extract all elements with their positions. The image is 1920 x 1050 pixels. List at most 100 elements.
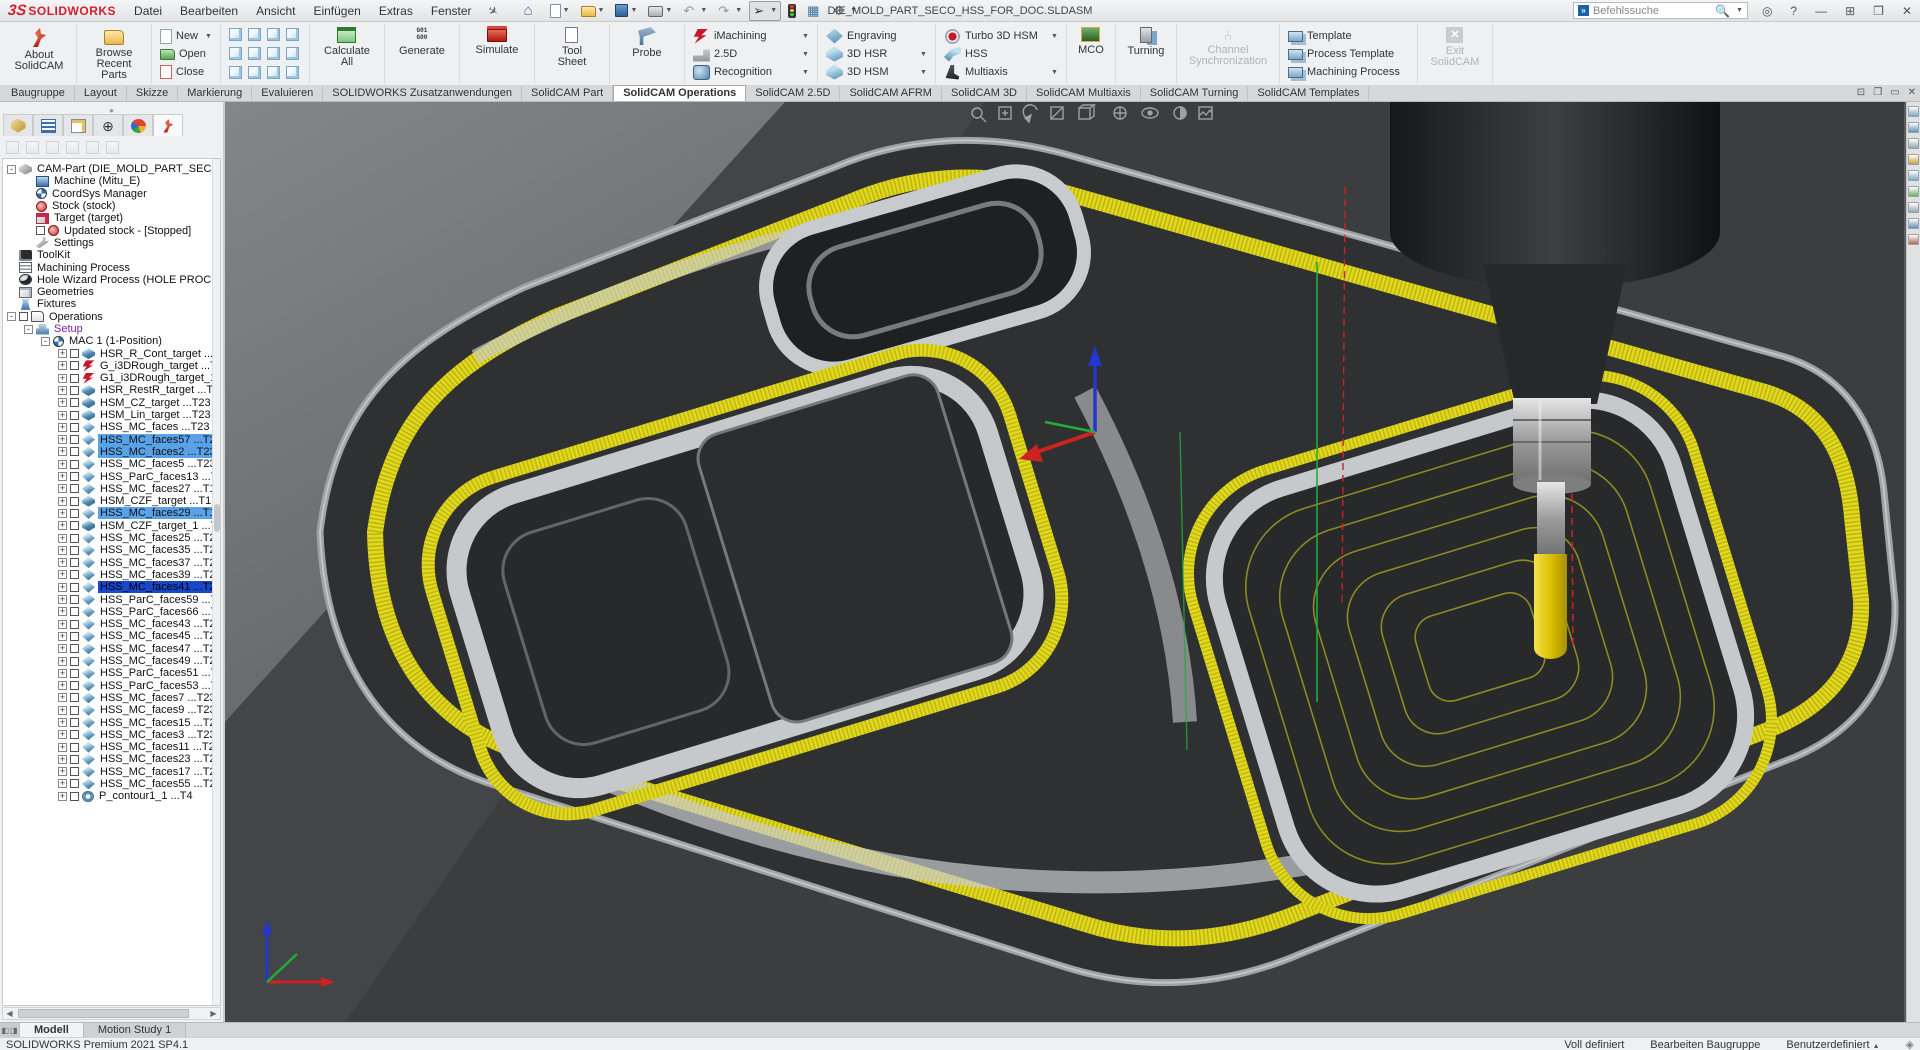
tree-item-checkbox[interactable] (70, 546, 79, 555)
status-units[interactable]: Benutzerdefiniert ▲ (1786, 1039, 1879, 1050)
expand-toggle-icon[interactable]: + (58, 681, 67, 690)
tree-item-checkbox[interactable] (70, 632, 79, 641)
tree-item-label[interactable]: HSM_CZF_target_1 ...T1 (98, 520, 221, 532)
menu-bearbeiten[interactable]: Bearbeiten (172, 1, 246, 21)
menu-fenster[interactable]: Fenster (423, 1, 480, 21)
tree-item-checkbox[interactable] (70, 447, 79, 456)
solidcam-panel-icon-2[interactable] (1908, 122, 1919, 133)
expand-toggle-icon[interactable]: + (58, 460, 67, 469)
bottom-tab-modell[interactable]: Modell (20, 1023, 84, 1037)
tree-item[interactable]: +HSS_MC_faces41 ...T23 (3, 581, 212, 593)
scroll-left-icon[interactable]: ◀ (3, 1009, 16, 1018)
caret-icon[interactable]: ▼ (1736, 7, 1743, 14)
tree-item-checkbox[interactable] (70, 792, 79, 801)
tree-item-label[interactable]: Stock (stock) (50, 200, 118, 212)
cmdtab-solidcam-part[interactable]: SolidCAM Part (522, 86, 613, 101)
tree-item-checkbox[interactable] (70, 411, 79, 420)
menu-einfuegen[interactable]: Einfügen (305, 1, 368, 21)
expand-toggle-icon[interactable]: + (58, 669, 67, 678)
tree-item-checkbox[interactable] (70, 472, 79, 481)
expand-toggle-icon[interactable]: + (58, 632, 67, 641)
tree-item[interactable]: +HSM_CZF_target ...T1 (3, 495, 212, 507)
doc-cascade-icon[interactable]: ❐ (1873, 87, 1882, 98)
tree-item[interactable]: Stock (stock) (3, 200, 212, 212)
expand-toggle-icon[interactable]: - (24, 325, 33, 334)
tree-item[interactable]: +HSM_Lin_target ...T23 (3, 409, 212, 421)
tree-item-checkbox[interactable] (70, 718, 79, 727)
tree-item[interactable]: +HSS_MC_faces5 ...T23 (3, 458, 212, 470)
tree-item-checkbox[interactable] (70, 558, 79, 567)
tree-item[interactable]: +HSS_MC_faces37 ...T23 (3, 557, 212, 569)
doc-restore-icon[interactable]: ⊡ (1857, 87, 1865, 98)
tree-item-label[interactable]: HSS_MC_faces9 ...T23 (98, 704, 218, 716)
tree-item-label[interactable]: HSM_Lin_target ...T23 (98, 409, 213, 421)
tree-item[interactable]: +HSS_MC_faces17 ...T23 (3, 766, 212, 778)
machining-process-button[interactable]: Machining Process (1286, 63, 1411, 81)
tree-item-checkbox[interactable] (70, 779, 79, 788)
tree-item[interactable]: +HSS_ParC_faces59 ...T23 (3, 593, 212, 605)
expand-toggle-icon[interactable]: + (58, 779, 67, 788)
cmdtab-solidcam-templates[interactable]: SolidCAM Templates (1248, 86, 1369, 101)
tree-item-label[interactable]: HSS_MC_faces ...T23 (98, 421, 211, 433)
tree-item-label[interactable]: HSS_MC_faces2 ...T23 (98, 446, 218, 458)
tree-item-label[interactable]: HSS_MC_faces15 ...T23 (98, 717, 221, 729)
expand-toggle-icon[interactable]: + (58, 472, 67, 481)
tree-item[interactable]: Settings (3, 237, 212, 249)
tree-item-checkbox[interactable] (70, 386, 79, 395)
expand-toggle-icon[interactable]: + (58, 398, 67, 407)
tree-item-checkbox[interactable] (70, 398, 79, 407)
tree-item[interactable]: Fixtures (3, 298, 212, 310)
tree-item-label[interactable]: HSS_MC_faces29 ...T1 (98, 507, 218, 519)
tree-item-checkbox[interactable] (70, 423, 79, 432)
expand-toggle-icon[interactable]: + (58, 546, 67, 555)
tree-item-label[interactable]: HSS_MC_faces45 ...T23 (98, 630, 221, 642)
tab-feature-manager[interactable] (33, 114, 63, 136)
doc-tile-icon[interactable]: ▭ (1890, 87, 1899, 98)
viewport-3d[interactable] (225, 102, 1906, 1022)
tree-item-checkbox[interactable] (70, 743, 79, 752)
cmdtab-solidcam-operations[interactable]: SolidCAM Operations (613, 85, 746, 101)
cmdtab-solidcam-multiaxis[interactable]: SolidCAM Multiaxis (1027, 86, 1141, 101)
cmdtab-solidcam-3d[interactable]: SolidCAM 3D (942, 86, 1027, 101)
help-icon[interactable]: ? (1786, 4, 1801, 18)
engraving-button[interactable]: Engraving (824, 27, 929, 45)
solidcam-panel-icon-7[interactable] (1908, 202, 1919, 213)
tab-property-manager[interactable] (63, 114, 93, 136)
tree-item-checkbox[interactable] (70, 681, 79, 690)
multiaxis-button[interactable]: Multiaxis▼ (942, 63, 1060, 81)
tree-item[interactable]: +HSR_RestR_target ...T23 (3, 384, 212, 396)
tree-item-checkbox[interactable] (19, 312, 28, 321)
tree-item-label[interactable]: HSS_MC_faces37 ...T23 (98, 557, 221, 569)
tree-item[interactable]: +HSS_MC_faces3 ...T23 (3, 729, 212, 741)
process-template-button[interactable]: Process Template (1286, 45, 1411, 63)
tree-item-checkbox[interactable] (70, 755, 79, 764)
tree-item-checkbox[interactable] (70, 767, 79, 776)
tree-item-checkbox[interactable] (70, 730, 79, 739)
view-cube-grid[interactable] (227, 26, 303, 83)
tree-item-checkbox[interactable] (70, 521, 79, 530)
expand-toggle-icon[interactable]: + (58, 767, 67, 776)
tree-item-label[interactable]: HSS_ParC_faces13 ...T23 (98, 471, 221, 483)
new-document-button[interactable]: ▼ (546, 1, 574, 21)
tree-item-label[interactable]: HSS_ParC_faces51 ...T23 (98, 667, 221, 679)
tab-solidcam-manager[interactable] (153, 114, 183, 136)
expand-toggle-icon[interactable]: - (7, 312, 16, 321)
tree-item-label[interactable]: HSR_R_Cont_target ...T3 (98, 348, 221, 360)
cmdtab-solidworks-zusatzanwendungen[interactable]: SOLIDWORKS Zusatzanwendungen (323, 86, 522, 101)
account-icon[interactable]: ◎ (1758, 4, 1776, 18)
tree-item-label[interactable]: HSS_MC_faces35 ...T23 (98, 544, 221, 556)
tree-item-checkbox[interactable] (70, 460, 79, 469)
tree-item[interactable]: +HSS_MC_faces45 ...T23 (3, 630, 212, 642)
open-cam-part-button[interactable]: Open (158, 45, 214, 63)
scroll-right-icon[interactable]: ▶ (207, 1009, 220, 1018)
tree-item[interactable]: +HSR_R_Cont_target ...T3 (3, 347, 212, 359)
expand-toggle-icon[interactable]: + (58, 620, 67, 629)
tree-item[interactable]: CoordSys Manager (3, 188, 212, 200)
tree-item[interactable]: +HSS_MC_faces55 ...T23 (3, 778, 212, 790)
recognition-button[interactable]: Recognition▼ (691, 63, 811, 81)
tab-configuration-manager[interactable]: ⊕ (93, 114, 123, 136)
tree-item[interactable]: +HSS_MC_faces23 ...T23 (3, 753, 212, 765)
expand-toggle-icon[interactable]: + (58, 657, 67, 666)
expand-toggle-icon[interactable]: + (58, 607, 67, 616)
tree-item-label[interactable]: Operations (47, 311, 105, 323)
